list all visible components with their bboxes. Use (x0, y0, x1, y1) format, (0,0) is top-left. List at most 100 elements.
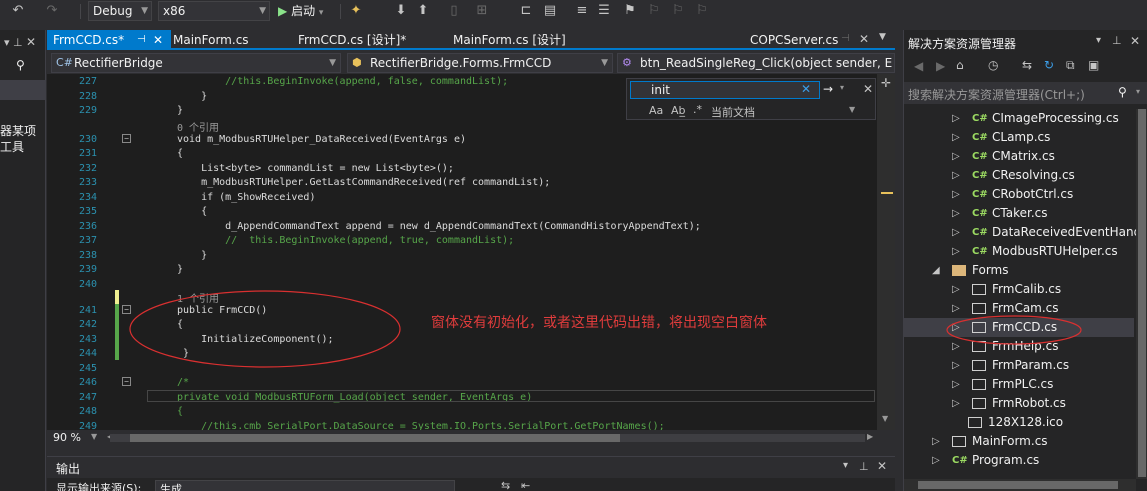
chevron-down-icon[interactable]: ▾ (1096, 35, 1101, 46)
output-source-select[interactable]: 生成 (155, 480, 455, 491)
tab-mainform-design[interactable]: MainForm.cs [设计] (447, 30, 597, 50)
expand-arrow-icon[interactable]: ▷ (952, 356, 962, 375)
split-icon[interactable]: ✛ (881, 76, 891, 90)
expand-arrow-icon[interactable]: ▷ (952, 109, 962, 128)
tree-item[interactable]: ▷ C# Program.cs (904, 451, 1134, 470)
toolbox-selected-row[interactable] (0, 80, 46, 100)
close-icon[interactable]: ✕ (877, 459, 887, 473)
start-button[interactable]: ▶ 启动 ▾ (278, 3, 323, 21)
undo-icon[interactable]: ↶ (10, 3, 26, 19)
scroll-right-icon[interactable]: ▶ (867, 432, 873, 441)
scrollbar-thumb[interactable] (130, 434, 620, 442)
chevron-down-icon[interactable]: ▾ (843, 460, 848, 471)
tree-item[interactable]: ▷ C# CResolving.cs (904, 166, 1134, 185)
collapse-icon[interactable]: − (122, 134, 131, 143)
output-tool-icon[interactable]: ⇆ (501, 479, 510, 491)
pin-icon[interactable]: ⊥ (1112, 34, 1122, 47)
close-icon[interactable]: ✕ (859, 32, 869, 46)
tree-item[interactable]: ▷ FrmPLC.cs (904, 375, 1134, 394)
tree-item[interactable]: ▷ C# ModbusRTUHelper.cs (904, 242, 1134, 261)
close-icon[interactable]: ✕ (1130, 34, 1140, 48)
bookmark-icon[interactable]: ▯ (446, 3, 462, 19)
history-icon[interactable]: ◷ (988, 58, 998, 72)
output-tool-icon[interactable]: ⇤ (521, 479, 530, 491)
tree-vertical-scrollbar[interactable] (1136, 109, 1147, 479)
code-editor[interactable]: 227 //this.BeginInvoke(append, false, co… (47, 74, 877, 430)
expand-arrow-icon[interactable]: ▷ (952, 128, 962, 147)
tool-icon[interactable]: ⬇ (393, 3, 409, 19)
home-icon[interactable]: ⌂ (956, 58, 964, 72)
close-icon[interactable]: ✕ (26, 35, 36, 49)
tree-item[interactable]: ▷ C# CTaker.cs (904, 204, 1134, 223)
tree-item[interactable]: ▷ C# DataReceivedEventHand (904, 223, 1141, 242)
chevron-down-icon[interactable]: ▼ (91, 432, 97, 441)
tree-horizontal-scrollbar[interactable] (904, 479, 1136, 491)
chevron-down-icon[interactable]: ▼ (849, 105, 855, 114)
chevron-down-icon[interactable]: ▾ (1136, 87, 1140, 96)
tree-item[interactable]: ▷ C# CImageProcessing.cs (904, 109, 1134, 128)
clear-bookmarks-icon[interactable]: ⚐ (694, 3, 710, 19)
expanded-arrow-icon[interactable]: ◢ (932, 261, 942, 280)
scroll-down-icon[interactable]: ▼ (882, 414, 888, 423)
pin-icon[interactable]: ⊣ (137, 30, 146, 50)
regex-icon[interactable]: .* (693, 103, 702, 116)
tab-frmccd-design[interactable]: FrmCCD.cs [设计]* (292, 30, 442, 50)
pin-icon[interactable]: ⊥ (859, 460, 869, 473)
refresh-icon[interactable]: ↻ (1044, 58, 1054, 72)
forward-icon[interactable]: ▶ (936, 59, 945, 73)
expand-arrow-icon[interactable]: ▷ (952, 280, 962, 299)
tree-item[interactable]: ▷ FrmParam.cs (904, 356, 1134, 375)
pin-icon[interactable]: ⊣ (841, 33, 850, 44)
tree-item[interactable]: ▷ FrmCalib.cs (904, 280, 1134, 299)
tree-item[interactable]: ▷ MainForm.cs (904, 432, 1134, 451)
comment-icon[interactable]: ≡ (574, 3, 590, 19)
sync-icon[interactable]: ⇆ (1022, 58, 1032, 72)
expand-arrow-icon[interactable]: ▷ (952, 166, 962, 185)
member-dropdown[interactable]: ⚙ btn_ReadSingleReg_Click(object sender,… (617, 53, 895, 73)
tab-frmccd-cs[interactable]: FrmCCD.cs* ⊣ ✕ (47, 30, 171, 50)
tree-item[interactable]: ▷ C# CMatrix.cs (904, 147, 1134, 166)
scrollbar-thumb[interactable] (1138, 109, 1146, 477)
find-next-icon[interactable]: → (823, 82, 833, 96)
expand-arrow-icon[interactable]: ▷ (952, 204, 962, 223)
bookmark-flag-icon[interactable]: ⚑ (622, 3, 638, 19)
whole-word-icon[interactable]: Ab̲ (671, 104, 686, 117)
format-icon[interactable]: ▤ (542, 3, 558, 19)
pin-icon[interactable]: ▾ ⊥ (4, 36, 23, 49)
expand-arrow-icon[interactable]: ▷ (952, 185, 962, 204)
tree-item[interactable]: ◢ Forms (904, 261, 1134, 280)
show-all-icon[interactable]: ▣ (1088, 58, 1099, 72)
find-scope[interactable]: 当前文档 (711, 104, 755, 120)
reference-count[interactable]: 0 个引用 (177, 119, 219, 134)
scrollbar-thumb[interactable] (918, 481, 1118, 489)
tree-item[interactable]: 128X128.ico (904, 413, 1134, 432)
tool-icon[interactable]: ⬆ (415, 3, 431, 19)
match-case-icon[interactable]: Aa (649, 104, 663, 117)
prev-bookmark-icon[interactable]: ⚐ (646, 3, 662, 19)
chevron-down-icon[interactable]: ▾ (840, 83, 844, 92)
editor-vertical-scrollbar[interactable]: ✛ ▼ (877, 74, 895, 430)
class-dropdown[interactable]: ⬢ RectifierBridge.Forms.FrmCCD ▼ (347, 53, 613, 73)
expand-arrow-icon[interactable]: ▷ (952, 223, 962, 242)
search-icon[interactable]: ⚲ (1118, 85, 1127, 99)
expand-arrow-icon[interactable]: ▷ (952, 147, 962, 166)
expand-arrow-icon[interactable]: ▷ (932, 432, 942, 451)
tree-item[interactable]: ▷ FrmRobot.cs (904, 394, 1134, 413)
tab-copcserver-cs[interactable]: COPCServer.cs (744, 30, 844, 50)
expand-arrow-icon[interactable]: ▷ (932, 451, 942, 470)
solution-search-input[interactable]: 搜索解决方案资源管理器(Ctrl+;) ⚲ ▾ (904, 82, 1147, 104)
next-bookmark-icon[interactable]: ⚐ (670, 3, 686, 19)
expand-arrow-icon[interactable]: ▷ (952, 394, 962, 413)
search-icon[interactable]: ⚲ (16, 58, 25, 72)
close-icon[interactable]: ✕ (153, 30, 163, 50)
attach-icon[interactable]: ✦ (348, 3, 364, 19)
back-icon[interactable]: ◀ (914, 59, 923, 73)
clear-icon[interactable]: ✕ (801, 82, 811, 96)
collapse-all-icon[interactable]: ⧉ (1066, 58, 1075, 73)
platform-select[interactable]: x86 ▼ (158, 1, 270, 21)
align-icon[interactable]: ⊏ (518, 3, 534, 19)
find-input[interactable]: init ✕ (630, 81, 820, 99)
collapse-icon[interactable]: − (122, 377, 131, 386)
tool-icon[interactable]: ⊞ (474, 3, 490, 19)
uncomment-icon[interactable]: ☰ (596, 3, 612, 19)
